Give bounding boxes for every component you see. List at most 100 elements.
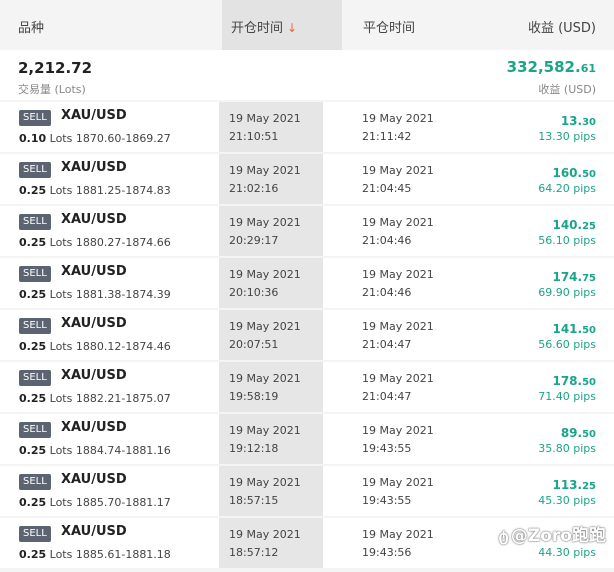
open-time: 20:10:36 xyxy=(229,286,279,299)
trade-row[interactable]: SELL XAU/USD 0.25 Lots 1881.25-1874.83 1… xyxy=(0,154,614,204)
symbol: XAU/USD xyxy=(61,524,127,539)
profit-int: 140. xyxy=(552,218,583,232)
open-time: 21:10:51 xyxy=(229,130,279,143)
profit-dec: 50 xyxy=(582,325,596,336)
trade-row[interactable]: SELL XAU/USD 0.25 Lots 1885.70-1881.17 1… xyxy=(0,466,614,516)
profit-int: 141. xyxy=(552,322,583,336)
open-time-cell: 19 May 2021 20:29:17 xyxy=(219,206,323,256)
profit: 13.30 xyxy=(561,114,596,128)
close-date: 19 May 2021 xyxy=(362,112,434,125)
lot-line: 0.25 Lots 1882.21-1875.07 xyxy=(19,392,171,405)
price-range: 1882.21-1875.07 xyxy=(75,392,171,405)
open-time-cell: 19 May 2021 21:02:16 xyxy=(219,154,323,204)
close-date: 19 May 2021 xyxy=(362,216,434,229)
open-time-cell: 19 May 2021 19:12:18 xyxy=(219,414,323,464)
total-profit: 332,582.61 xyxy=(507,58,596,76)
lot-line: 0.25 Lots 1885.61-1881.18 xyxy=(19,548,171,561)
trade-row[interactable]: SELL XAU/USD 0.25 Lots 1882.21-1875.07 1… xyxy=(0,362,614,412)
trade-row[interactable]: SELL XAU/USD 0.10 Lots 1870.60-1869.27 1… xyxy=(0,102,614,152)
close-date: 19 May 2021 xyxy=(362,528,434,541)
profit-dec: 25 xyxy=(582,481,596,492)
watermark: ტ @Zoro跑跑 xyxy=(498,521,606,546)
open-date: 19 May 2021 xyxy=(229,424,301,437)
lot-line: 0.25 Lots 1880.12-1874.46 xyxy=(19,340,171,353)
close-date: 19 May 2021 xyxy=(362,268,434,281)
profit: 140.25 xyxy=(552,218,596,232)
profit-int: 113. xyxy=(552,478,583,492)
total-lots: 2,212.72 xyxy=(18,59,93,77)
symbol: XAU/USD xyxy=(61,420,127,435)
open-time-cell: 19 May 2021 18:57:12 xyxy=(219,518,323,568)
header-instrument[interactable]: 品种 xyxy=(18,17,44,36)
close-time: 21:04:45 xyxy=(362,182,412,195)
profit-int: 174. xyxy=(552,270,583,284)
total-profit-int: 332,582. xyxy=(506,58,581,76)
sort-down-arrow-icon: ↓ xyxy=(287,21,298,35)
lot-line: 0.25 Lots 1881.38-1874.39 xyxy=(19,288,171,301)
open-date: 19 May 2021 xyxy=(229,320,301,333)
profit: 113.25 xyxy=(552,478,596,492)
side-badge: SELL xyxy=(19,526,51,542)
close-date: 19 May 2021 xyxy=(362,320,434,333)
profit-int: 13. xyxy=(560,114,583,128)
close-time: 21:04:46 xyxy=(362,286,412,299)
open-time: 21:02:16 xyxy=(229,182,279,195)
profit: 178.50 xyxy=(552,374,596,388)
open-time-cell: 19 May 2021 18:57:15 xyxy=(219,466,323,516)
lot-unit: Lots xyxy=(49,444,73,457)
pips: 69.90 pips xyxy=(538,286,596,299)
profit-int: 89. xyxy=(560,426,583,440)
open-time-cell: 19 May 2021 20:10:36 xyxy=(219,258,323,308)
lot-unit: Lots xyxy=(49,184,73,197)
open-time: 18:57:12 xyxy=(229,546,279,559)
profit: 174.75 xyxy=(552,270,596,284)
pips: 71.40 pips xyxy=(538,390,596,403)
lot-size: 0.25 xyxy=(19,548,47,561)
open-time: 19:12:18 xyxy=(229,442,279,455)
lot-line: 0.25 Lots 1884.74-1881.16 xyxy=(19,444,171,457)
close-time: 21:04:46 xyxy=(362,234,412,247)
side-badge: SELL xyxy=(19,266,51,282)
trade-row[interactable]: SELL XAU/USD 0.25 Lots 1880.12-1874.46 1… xyxy=(0,310,614,360)
lot-size: 0.25 xyxy=(19,184,47,197)
price-range: 1880.12-1874.46 xyxy=(75,340,171,353)
trade-row[interactable]: SELL XAU/USD 0.25 Lots 1884.74-1881.16 1… xyxy=(0,414,614,464)
open-date: 19 May 2021 xyxy=(229,112,301,125)
side-badge: SELL xyxy=(19,162,51,178)
trade-row[interactable]: SELL XAU/USD 0.25 Lots 1880.27-1874.66 1… xyxy=(0,206,614,256)
pips: 64.20 pips xyxy=(538,182,596,195)
header-close-time[interactable]: 平仓时间 xyxy=(363,17,415,36)
pips: 56.10 pips xyxy=(538,234,596,247)
trade-list: SELL XAU/USD 0.10 Lots 1870.60-1869.27 1… xyxy=(0,102,614,570)
symbol: XAU/USD xyxy=(61,368,127,383)
price-range: 1881.38-1874.39 xyxy=(75,288,171,301)
profit-dec: 50 xyxy=(582,429,596,440)
open-time: 20:29:17 xyxy=(229,234,279,247)
lot-unit: Lots xyxy=(49,392,73,405)
header-profit[interactable]: 收益 (USD) xyxy=(528,17,596,36)
close-date: 19 May 2021 xyxy=(362,164,434,177)
close-time: 21:11:42 xyxy=(362,130,412,143)
open-date: 19 May 2021 xyxy=(229,372,301,385)
header-open-time[interactable]: 开仓时间 ↓ xyxy=(222,0,342,50)
open-time-cell: 19 May 2021 21:10:51 xyxy=(219,102,323,152)
lot-line: 0.25 Lots 1885.70-1881.17 xyxy=(19,496,171,509)
profit-int: 160. xyxy=(552,166,583,180)
lot-line: 0.10 Lots 1870.60-1869.27 xyxy=(19,132,171,145)
lot-unit: Lots xyxy=(49,548,73,561)
symbol: XAU/USD xyxy=(61,472,127,487)
lot-unit: Lots xyxy=(49,132,73,145)
close-time: 21:04:47 xyxy=(362,390,412,403)
total-profit-dec: 61 xyxy=(580,62,596,75)
price-range: 1885.61-1881.18 xyxy=(75,548,171,561)
profit: 160.50 xyxy=(552,166,596,180)
lot-line: 0.25 Lots 1881.25-1874.83 xyxy=(19,184,171,197)
close-time: 19:43:55 xyxy=(362,494,412,507)
price-range: 1884.74-1881.16 xyxy=(75,444,171,457)
trade-row[interactable]: SELL XAU/USD 0.25 Lots 1881.38-1874.39 1… xyxy=(0,258,614,308)
lot-size: 0.10 xyxy=(19,132,47,145)
lot-size: 0.25 xyxy=(19,496,47,509)
side-badge: SELL xyxy=(19,370,51,386)
price-range: 1885.70-1881.17 xyxy=(75,496,171,509)
lot-size: 0.25 xyxy=(19,392,47,405)
